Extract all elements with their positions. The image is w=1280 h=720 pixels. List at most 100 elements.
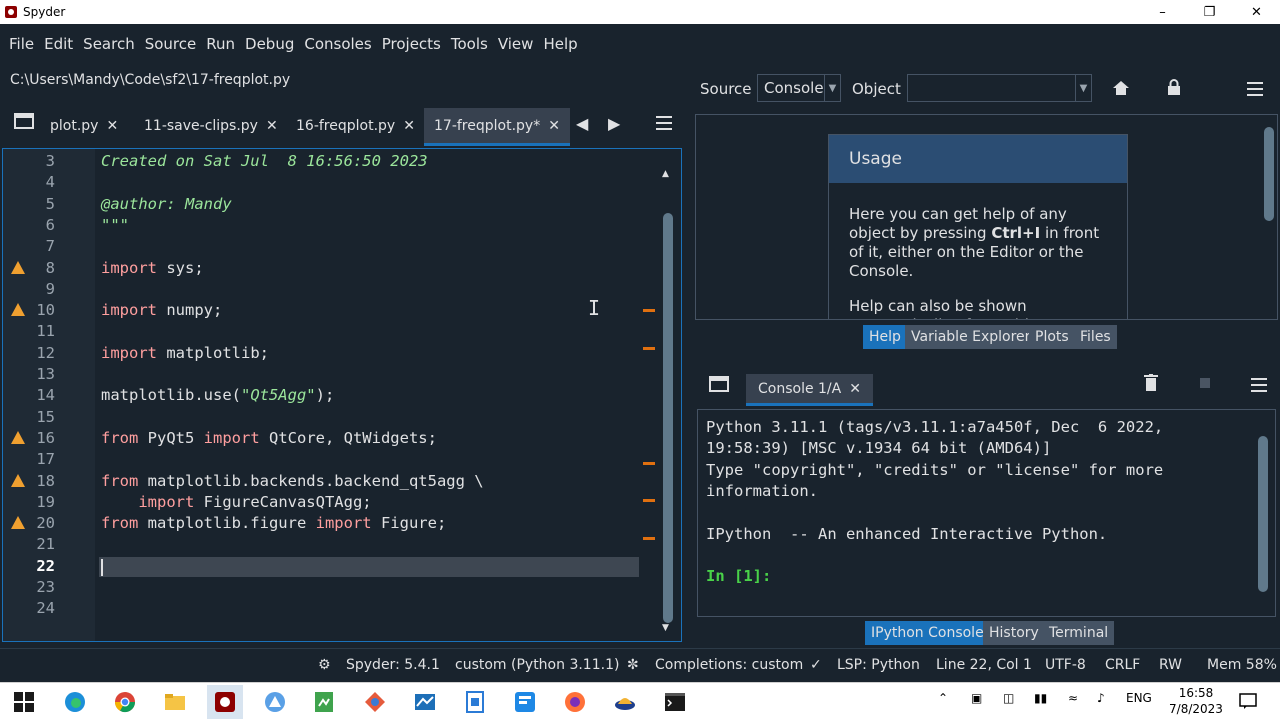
code-text: Created on Sat Jul 8 16:56:50 2023 — [101, 152, 428, 170]
scroll-tabs-left-icon[interactable]: ◀ — [576, 114, 588, 133]
help-scrollbar[interactable] — [1262, 115, 1276, 319]
console-scrollbar[interactable] — [1256, 430, 1270, 606]
warning-flag[interactable] — [643, 499, 655, 502]
python-environment[interactable]: custom (Python 3.11.1) — [455, 657, 619, 673]
tab-16-freqplot[interactable]: 16-freqplot.py ✕ — [286, 108, 425, 146]
usage-card: Usage Here you can get help of any objec… — [828, 134, 1128, 319]
warning-flag[interactable] — [643, 537, 655, 540]
code-line: 6 """ — [3, 215, 663, 236]
chrome-browser-icon[interactable] — [113, 690, 137, 714]
scrollbar-thumb[interactable] — [663, 213, 673, 623]
tab-files[interactable]: Files — [1074, 325, 1117, 349]
menu-tools[interactable]: Tools — [445, 35, 492, 53]
menu-debug[interactable]: Debug — [239, 35, 298, 53]
app-icon[interactable] — [413, 690, 437, 714]
tray-app-icon[interactable]: ◫ — [1003, 691, 1014, 705]
restore-button[interactable]: ❐ — [1186, 0, 1233, 24]
code-line: 4 — [3, 172, 663, 193]
code-line: 12 import matplotlib; — [3, 343, 663, 364]
tab-console-1a[interactable]: Console 1/A ✕ — [746, 374, 873, 406]
app-icon[interactable] — [613, 690, 637, 714]
scrollbar-thumb[interactable] — [1258, 436, 1268, 592]
tab-plot[interactable]: plot.py ✕ — [40, 108, 129, 146]
scroll-tabs-right-icon[interactable]: ▶ — [608, 114, 620, 133]
show-hidden-icons-icon[interactable]: ⌃ — [938, 691, 948, 705]
menu-view[interactable]: View — [492, 35, 538, 53]
windows-start-icon[interactable] — [12, 690, 36, 714]
menu-file[interactable]: File — [3, 35, 38, 53]
lsp-status[interactable]: LSP: Python — [837, 657, 920, 673]
notifications-icon[interactable] — [1239, 692, 1257, 710]
close-icon[interactable]: ✕ — [849, 381, 861, 397]
battery-icon[interactable]: ▮▮ — [1034, 691, 1047, 705]
code-editor[interactable]: 3 Created on Sat Jul 8 16:56:50 2023 4 5 @au… — [2, 148, 682, 642]
scroll-up-arrow-icon[interactable]: ▲ — [662, 169, 669, 179]
code-line: 23 — [3, 577, 663, 598]
usage-text-part: Help can also be shown automatically aft… — [849, 297, 1048, 319]
tab-variable-explorer[interactable]: Variable Explorer — [905, 325, 1037, 349]
object-combo[interactable]: ▼ — [907, 74, 1092, 102]
console-options-menu-icon[interactable] — [1251, 378, 1267, 392]
close-icon[interactable]: ✕ — [548, 118, 560, 134]
menu-projects[interactable]: Projects — [376, 35, 445, 53]
volume-icon[interactable]: ♪ — [1097, 691, 1105, 705]
code-text: """ — [101, 215, 129, 234]
scrollbar-thumb[interactable] — [1264, 127, 1274, 221]
tab-history[interactable]: History — [983, 621, 1045, 645]
tab-terminal[interactable]: Terminal — [1043, 621, 1115, 645]
tab-help[interactable]: Help — [863, 325, 907, 349]
warning-flag[interactable] — [643, 309, 655, 312]
menu-edit[interactable]: Edit — [38, 35, 77, 53]
editor-options-menu-icon[interactable] — [656, 116, 672, 130]
menu-source[interactable]: Source — [139, 35, 201, 53]
spyder-taskbar-icon[interactable] — [213, 690, 237, 714]
close-icon[interactable]: ✕ — [403, 118, 415, 134]
close-icon[interactable]: ✕ — [106, 118, 118, 134]
minimize-button[interactable]: – — [1139, 0, 1186, 24]
tab-17-freqplot[interactable]: 17-freqplot.py* ✕ — [424, 108, 570, 146]
file-explorer-icon[interactable] — [163, 690, 187, 714]
wifi-icon[interactable]: ≈ — [1068, 691, 1078, 705]
firefox-browser-icon[interactable] — [563, 690, 587, 714]
tray-app-icon[interactable]: ▣ — [971, 691, 982, 705]
help-options-menu-icon[interactable] — [1247, 82, 1263, 96]
tab-plots[interactable]: Plots — [1029, 325, 1075, 349]
tab-ipython-console[interactable]: IPython Console — [865, 621, 990, 645]
clock[interactable]: 16:58 7/8/2023 — [1168, 685, 1224, 717]
warning-flag[interactable] — [643, 347, 655, 350]
completions-status[interactable]: Completions: custom — [655, 657, 803, 673]
code-line: 9 — [3, 279, 663, 300]
app-icon[interactable] — [263, 690, 287, 714]
browse-console-tabs-icon[interactable] — [709, 376, 729, 392]
spyder-version-icon: ⚙ — [318, 657, 331, 673]
terminal-icon[interactable] — [663, 690, 687, 714]
menu-help[interactable]: Help — [537, 35, 581, 53]
edge-browser-icon[interactable] — [63, 690, 87, 714]
app-icon[interactable] — [463, 690, 487, 714]
input-language[interactable]: ENG — [1126, 691, 1152, 705]
app-icon[interactable] — [312, 690, 336, 714]
browse-tabs-icon[interactable] — [14, 112, 34, 130]
menu-bar: File Edit Search Source Run Debug Consol… — [0, 24, 1280, 64]
menu-consoles[interactable]: Consoles — [298, 35, 375, 53]
tab-save-clips[interactable]: 11-save-clips.py ✕ — [134, 108, 288, 146]
menu-search[interactable]: Search — [77, 35, 139, 53]
trash-icon[interactable] — [1144, 374, 1158, 392]
editor-scrollbar[interactable]: ▲ ▼ — [661, 169, 675, 635]
stop-icon[interactable] — [1200, 378, 1210, 388]
menu-run[interactable]: Run — [200, 35, 239, 53]
warning-flag[interactable] — [643, 462, 655, 465]
title-bar: Spyder – ❐ ✕ — [0, 0, 1280, 24]
close-icon[interactable]: ✕ — [266, 118, 278, 134]
object-label: Object — [852, 80, 901, 98]
chevron-down-icon: ▼ — [824, 75, 840, 101]
close-window-button[interactable]: ✕ — [1233, 0, 1280, 24]
code-line: 21 — [3, 534, 663, 555]
scroll-down-arrow-icon[interactable]: ▼ — [662, 623, 669, 633]
app-icon[interactable] — [513, 690, 537, 714]
ipython-console[interactable]: Python 3.11.1 (tags/v3.11.1:a7a450f, Dec… — [697, 409, 1276, 617]
home-icon[interactable] — [1112, 80, 1130, 96]
app-icon[interactable] — [363, 690, 387, 714]
lock-icon[interactable] — [1167, 79, 1181, 96]
source-combo[interactable]: Console ▼ — [757, 74, 841, 102]
